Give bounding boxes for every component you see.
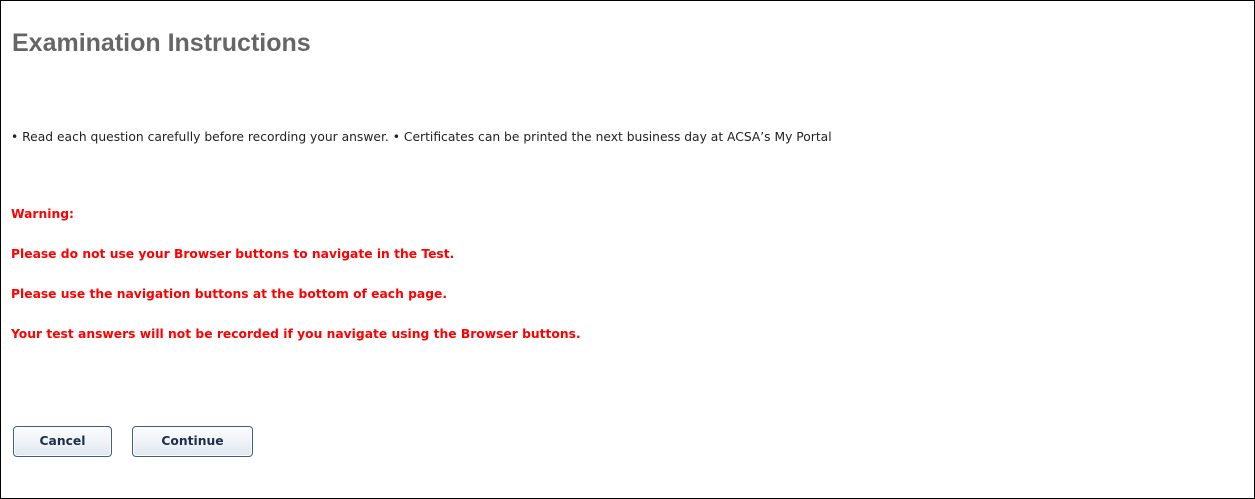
page-title: Examination Instructions xyxy=(12,29,311,57)
warning-line-answers-not-recorded: Your test answers will not be recorded i… xyxy=(11,327,581,341)
warning-line-navigation-buttons: Please use the navigation buttons at the… xyxy=(11,287,448,301)
exam-instructions-panel: Examination Instructions • Read each que… xyxy=(0,0,1255,499)
continue-button[interactable]: Continue xyxy=(132,426,253,457)
cancel-button[interactable]: Cancel xyxy=(13,426,112,457)
warning-heading: Warning: xyxy=(11,207,74,221)
instructions-text: • Read each question carefully before re… xyxy=(11,130,832,144)
warning-line-browser-buttons: Please do not use your Browser buttons t… xyxy=(11,247,455,261)
